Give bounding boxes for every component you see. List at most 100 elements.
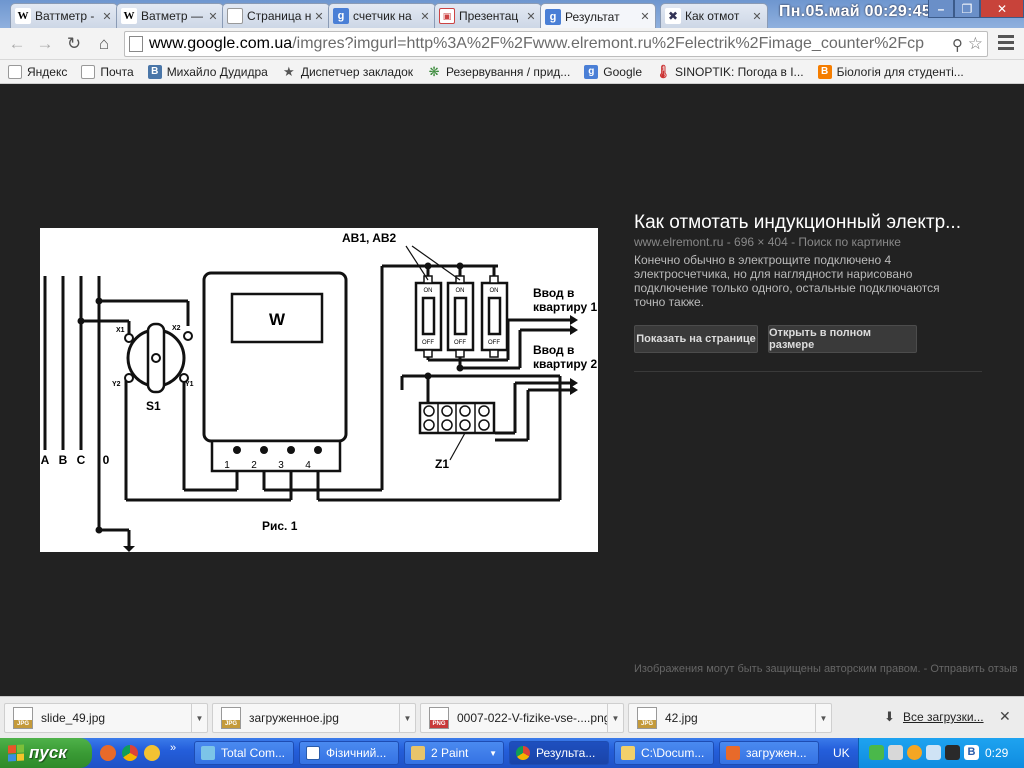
download-item[interactable]: PNG 0007-022-V-fizike-vse-....png ▼: [420, 703, 624, 733]
divider: [634, 371, 982, 372]
chrome-icon: [516, 746, 530, 760]
image-title[interactable]: Как отмотать индукционный электр...: [634, 212, 961, 234]
downloads-shelf: JPG slide_49.jpg ▼ JPG загруженное.jpg ▼…: [0, 696, 1024, 738]
wikipedia-icon: W: [15, 8, 31, 24]
reload-button[interactable]: ↻: [63, 33, 85, 55]
tools-icon: ✖: [665, 8, 681, 24]
svg-text:B: B: [59, 453, 68, 467]
jpg-file-icon: JPG: [637, 707, 657, 729]
tab-how-to[interactable]: ✖ Как отмот ✕: [660, 3, 768, 28]
bookmark-sinoptik[interactable]: 🌡 SINOPTIK: Погода в I...: [654, 63, 804, 79]
download-item[interactable]: JPG slide_49.jpg ▼: [4, 703, 208, 733]
dropdown-icon[interactable]: ▼: [191, 704, 207, 732]
task-total-commander[interactable]: Total Com...: [194, 741, 294, 765]
antivirus-icon[interactable]: [907, 745, 922, 760]
tab-counter-search[interactable]: g счетчик на ✕: [328, 3, 436, 28]
mail-icon[interactable]: [144, 745, 160, 761]
dropdown-icon[interactable]: ▼: [399, 704, 415, 732]
tab-results[interactable]: g Результат ✕: [540, 3, 656, 29]
firefox-icon[interactable]: [100, 745, 116, 761]
clock: Пн.05.май 00:29:45: [779, 3, 932, 20]
tab-wattmeter-ua[interactable]: W Ватметр — ✕: [116, 3, 224, 28]
close-icon[interactable]: ✕: [999, 708, 1011, 725]
image-description: Конечно обычно в электрощите подключено …: [634, 253, 940, 309]
network-icon[interactable]: [869, 745, 884, 760]
task-chrome[interactable]: Результа...: [509, 741, 609, 765]
close-icon[interactable]: ✕: [751, 10, 763, 23]
bookmark-biology[interactable]: B Біологія для студенті...: [817, 64, 964, 79]
google-icon: g: [333, 8, 349, 24]
close-icon[interactable]: ✕: [207, 10, 219, 23]
all-downloads-link[interactable]: Все загрузки...: [903, 710, 984, 724]
download-item[interactable]: JPG загруженное.jpg ▼: [212, 703, 416, 733]
update-icon[interactable]: [888, 745, 903, 760]
task-downloaded[interactable]: загружен...: [719, 741, 819, 765]
home-button[interactable]: ⌂: [93, 33, 115, 55]
dropdown-icon[interactable]: ▼: [815, 704, 831, 732]
svg-text:X2: X2: [172, 325, 181, 332]
bookmark-reservation[interactable]: ❋ Резервування / прид...: [427, 63, 571, 79]
bookmark-yandex[interactable]: Яндекс: [8, 64, 67, 79]
minimize-button[interactable]: –: [928, 0, 954, 18]
bookmark-manager[interactable]: ★ Диспетчер закладок: [282, 64, 413, 79]
tray-clock[interactable]: 0:29: [985, 746, 1008, 760]
close-icon[interactable]: ✕: [639, 10, 651, 23]
vk-icon[interactable]: B: [964, 745, 979, 760]
volume-icon[interactable]: [926, 745, 941, 760]
address-bar[interactable]: www.google.com.ua/imgres?imgurl=http%3A%…: [124, 31, 988, 57]
tab-presentation[interactable]: ▣ Презентац ✕: [434, 3, 542, 28]
tab-wattmeter-ru[interactable]: W Ваттметр - ✕: [10, 3, 118, 28]
chevron-icon[interactable]: »: [170, 742, 176, 754]
png-file-icon: PNG: [429, 707, 449, 729]
star-icon[interactable]: ☆: [968, 34, 983, 54]
svg-text:Y1: Y1: [185, 381, 194, 388]
svg-text:OFF: OFF: [422, 340, 434, 346]
language-indicator[interactable]: UK: [833, 746, 850, 760]
close-window-button[interactable]: ✕: [980, 0, 1024, 18]
thermometer-icon: 🌡: [654, 63, 672, 79]
shield-icon[interactable]: [945, 745, 960, 760]
svg-text:Y2: Y2: [112, 381, 121, 388]
close-icon[interactable]: ✕: [101, 10, 113, 23]
image-viewer-icon: [726, 746, 740, 760]
svg-text:ON: ON: [456, 288, 465, 294]
svg-text:2: 2: [251, 460, 257, 471]
start-button[interactable]: пуск: [0, 738, 92, 768]
open-full-size-button[interactable]: Открыть в полном размере: [768, 325, 917, 353]
chrome-icon[interactable]: [122, 745, 138, 761]
dropdown-icon: ▼: [489, 748, 497, 758]
show-on-page-button[interactable]: Показать на странице: [634, 325, 758, 353]
copyright-note[interactable]: Изображения могут быть защищены авторски…: [634, 663, 1018, 675]
meter-label: W: [269, 310, 286, 329]
svg-text:OFF: OFF: [488, 340, 500, 346]
toolbar: ← → ↻ ⌂ www.google.com.ua/imgres?imgurl=…: [0, 28, 1024, 60]
dropdown-icon[interactable]: ▼: [607, 704, 623, 732]
task-word[interactable]: Фізичний...: [299, 741, 399, 765]
back-button[interactable]: ←: [6, 33, 28, 55]
close-icon[interactable]: ✕: [419, 10, 431, 23]
svg-text:ON: ON: [490, 288, 499, 294]
bookmark-mail[interactable]: Почта: [81, 64, 134, 79]
image-meta[interactable]: www.elremont.ru - 696 × 404 - Поиск по к…: [634, 235, 901, 249]
forward-button[interactable]: →: [34, 33, 56, 55]
tab-page[interactable]: Страница н ✕: [222, 3, 330, 28]
task-explorer[interactable]: C:\Docum...: [614, 741, 714, 765]
bookmarks-bar: Яндекс Почта B Михайло Дудидра ★ Диспетчер…: [0, 60, 1024, 84]
download-item[interactable]: JPG 42.jpg ▼: [628, 703, 832, 733]
close-icon[interactable]: ✕: [525, 10, 537, 23]
total-commander-icon: [201, 746, 215, 760]
close-icon[interactable]: ✕: [313, 10, 325, 23]
vk-icon: B: [147, 64, 162, 79]
tab-strip: W Ваттметр - ✕ W Ватметр — ✕ Страница н …: [0, 0, 1024, 29]
menu-button[interactable]: [996, 32, 1016, 54]
word-icon: [306, 746, 320, 760]
restore-button[interactable]: ❐: [954, 0, 980, 18]
image-preview[interactable]: W 1 2 3 4 X1 X2 Y2 Y1 S1 ON ON ON OFF OF…: [40, 228, 598, 552]
search-icon[interactable]: ⚲: [952, 36, 963, 54]
svg-text:квартиру 2: квартиру 2: [533, 357, 598, 371]
site-icon: ❋: [428, 63, 440, 79]
svg-text:0: 0: [103, 453, 110, 467]
bookmark-google[interactable]: g Google: [584, 64, 642, 79]
task-paint[interactable]: 2 Paint ▼: [404, 741, 504, 765]
bookmark-vk[interactable]: B Михайло Дудидра: [147, 64, 268, 79]
